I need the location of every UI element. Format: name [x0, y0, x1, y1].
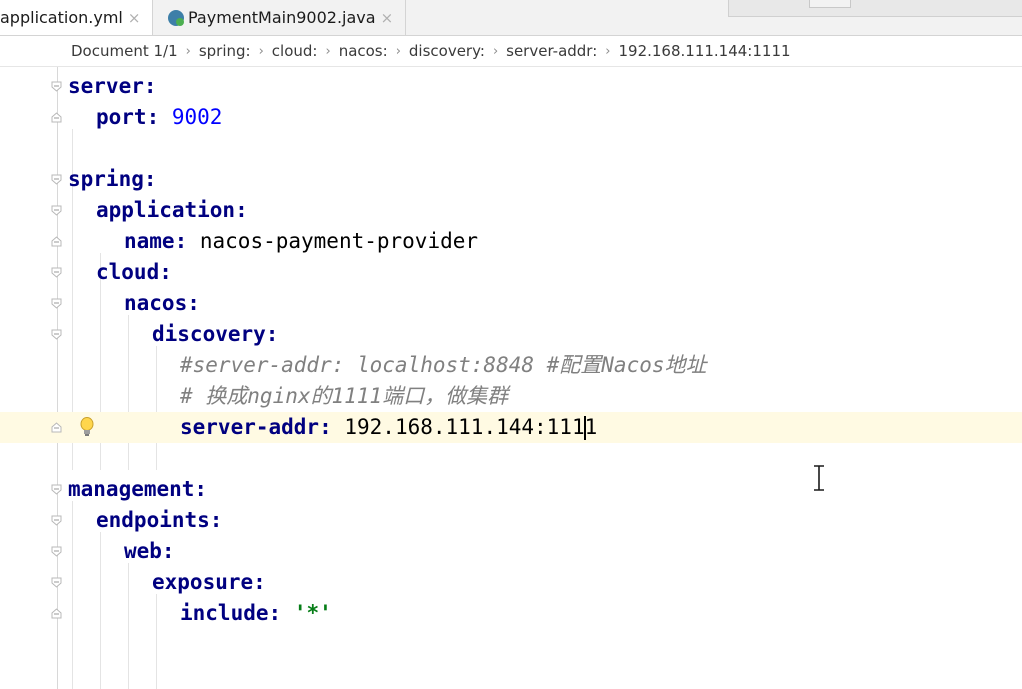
code-line[interactable]: management:: [0, 474, 1022, 505]
close-icon[interactable]: ×: [128, 9, 141, 27]
code-line[interactable]: # 换成nginx的1111端口，做集群: [0, 381, 1022, 412]
breadcrumb-item[interactable]: discovery:: [409, 42, 485, 60]
tab-payment-main-java[interactable]: PaymentMain9002.java ×: [154, 0, 406, 35]
yaml-key: discovery:: [152, 322, 279, 346]
breadcrumb: Document 1/1 › spring: › cloud: › nacos:…: [0, 36, 1022, 67]
fold-open-icon[interactable]: [51, 484, 62, 495]
yaml-key: application:: [96, 198, 248, 222]
yaml-key: web:: [124, 539, 175, 563]
breadcrumb-item[interactable]: nacos:: [339, 42, 388, 60]
breadcrumb-item[interactable]: spring:: [199, 42, 251, 60]
yaml-value: 1: [584, 415, 598, 439]
fold-close-icon[interactable]: [51, 236, 62, 247]
code-line[interactable]: endpoints:: [0, 505, 1022, 536]
breadcrumb-item[interactable]: server-addr:: [506, 42, 597, 60]
code-line[interactable]: discovery:: [0, 319, 1022, 350]
fold-open-icon[interactable]: [51, 515, 62, 526]
tab-label: application.yml: [0, 8, 123, 27]
fold-open-icon[interactable]: [51, 267, 62, 278]
window-button[interactable]: [809, 0, 851, 8]
lightbulb-icon[interactable]: [79, 416, 95, 443]
code-line[interactable]: exposure:: [0, 567, 1022, 598]
code-text: include: '*': [180, 598, 332, 629]
breadcrumb-item[interactable]: 192.168.111.144:1111: [618, 42, 790, 60]
yaml-key: port:: [96, 105, 160, 129]
yaml-key: include:: [180, 601, 282, 625]
yaml-key: exposure:: [152, 570, 266, 594]
yaml-key: server-addr:: [180, 415, 332, 439]
yaml-key: endpoints:: [96, 508, 223, 532]
fold-open-icon[interactable]: [51, 329, 62, 340]
chevron-right-icon: ›: [325, 43, 331, 59]
yaml-key: management:: [68, 477, 208, 501]
yaml-key: cloud:: [96, 260, 172, 284]
fold-open-icon[interactable]: [51, 174, 62, 185]
code-line[interactable]: server:: [0, 71, 1022, 102]
editor-tab-bar: application.yml × PaymentMain9002.java ×: [0, 0, 1022, 36]
code-line[interactable]: name: nacos-payment-provider: [0, 226, 1022, 257]
chevron-right-icon: ›: [258, 43, 264, 59]
yaml-comment: #server-addr: localhost:8848 #配置Nacos地址: [180, 353, 707, 377]
code-text: name: nacos-payment-provider: [124, 226, 478, 257]
yaml-value: 192.168.111.144:111: [344, 415, 585, 439]
text-cursor-icon: [812, 465, 826, 496]
code-line[interactable]: cloud:: [0, 257, 1022, 288]
code-line-current[interactable]: server-addr: 192.168.111.144:1111: [0, 412, 1022, 443]
yaml-value: nacos-payment-provider: [199, 229, 479, 253]
tab-application-yml[interactable]: application.yml ×: [0, 0, 153, 35]
yaml-comment: # 换成nginx的1111端口，做集群: [180, 384, 509, 408]
fold-open-icon[interactable]: [51, 81, 62, 92]
chevron-right-icon: ›: [605, 43, 611, 59]
chevron-right-icon: ›: [185, 43, 191, 59]
fold-close-icon[interactable]: [51, 422, 62, 433]
yaml-key: spring:: [68, 167, 157, 191]
fold-open-icon[interactable]: [51, 546, 62, 557]
code-line[interactable]: #server-addr: localhost:8848 #配置Nacos地址: [0, 350, 1022, 381]
chevron-right-icon: ›: [492, 43, 499, 59]
yaml-string: '*': [293, 601, 332, 625]
fold-open-icon[interactable]: [51, 205, 62, 216]
code-text: port: 9002: [96, 102, 222, 133]
java-class-icon: [168, 9, 184, 26]
tab-label: PaymentMain9002.java: [188, 8, 376, 27]
close-icon[interactable]: ×: [381, 9, 394, 27]
code-line[interactable]: include: '*': [0, 598, 1022, 629]
code-line[interactable]: web:: [0, 536, 1022, 567]
code-line[interactable]: application:: [0, 195, 1022, 226]
code-editor[interactable]: server: port: 9002 spring: application: …: [0, 67, 1022, 689]
code-text: server-addr: 192.168.111.144:1111: [180, 412, 597, 443]
fold-close-icon[interactable]: [51, 112, 62, 123]
fold-open-icon[interactable]: [51, 298, 62, 309]
yaml-key: nacos:: [124, 291, 200, 315]
yaml-key: name:: [124, 229, 188, 253]
fold-close-icon[interactable]: [51, 608, 62, 619]
code-line[interactable]: spring:: [0, 164, 1022, 195]
window-controls: [728, 0, 1022, 17]
breadcrumb-item[interactable]: Document 1/1: [71, 42, 178, 60]
chevron-right-icon: ›: [395, 43, 401, 59]
code-line[interactable]: nacos:: [0, 288, 1022, 319]
fold-open-icon[interactable]: [51, 577, 62, 588]
yaml-key: server:: [68, 74, 157, 98]
yaml-number: 9002: [171, 105, 223, 129]
code-line[interactable]: port: 9002: [0, 102, 1022, 133]
breadcrumb-item[interactable]: cloud:: [272, 42, 318, 60]
